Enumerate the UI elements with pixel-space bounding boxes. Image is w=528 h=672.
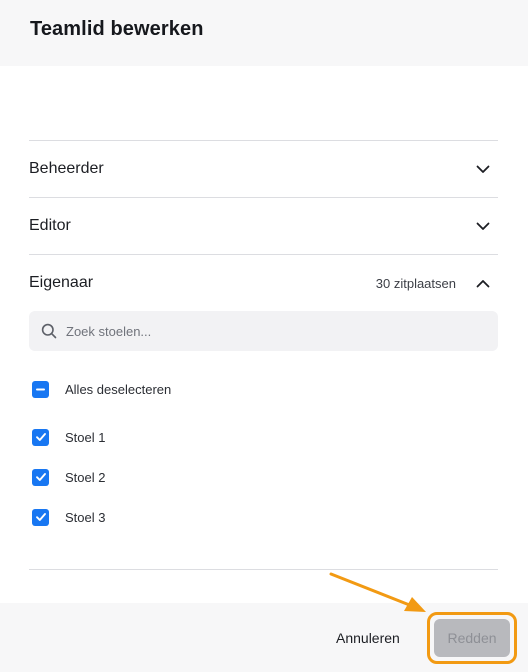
select-all-label: Alles deselecteren	[65, 381, 172, 397]
seat-search[interactable]	[29, 311, 498, 351]
chevron-down-icon[interactable]	[472, 158, 494, 180]
chevron-up-icon[interactable]	[472, 272, 494, 294]
divider	[29, 569, 498, 570]
role-label: Beheerder	[29, 160, 104, 177]
chevron-down-icon[interactable]	[472, 215, 494, 237]
seat-label: Stoel 3	[65, 509, 106, 525]
search-icon	[40, 322, 58, 340]
role-section-beheerder[interactable]: Beheerder	[29, 141, 498, 197]
dialog-header: Teamlid bewerken	[0, 0, 528, 66]
cancel-button[interactable]: Annuleren	[336, 628, 400, 648]
role-label: Eigenaar	[29, 274, 94, 291]
check-icon	[35, 473, 46, 481]
seat-label: Stoel 2	[65, 469, 106, 485]
seat-row[interactable]: Stoel 1	[32, 427, 105, 447]
select-all-row[interactable]: Alles deselecteren	[32, 379, 171, 399]
check-icon	[35, 513, 46, 521]
save-button[interactable]: Redden	[434, 619, 510, 657]
dialog-footer: Annuleren Redden	[0, 603, 528, 672]
role-section-eigenaar[interactable]: Eigenaar 30 zitplaatsen	[29, 255, 498, 311]
minus-icon	[36, 388, 45, 390]
search-input[interactable]	[66, 323, 466, 339]
select-all-checkbox[interactable]	[32, 380, 49, 398]
seat-row[interactable]: Stoel 2	[32, 467, 105, 487]
seat-row[interactable]: Stoel 3	[32, 507, 105, 527]
check-icon	[35, 433, 46, 441]
seat-checkbox[interactable]	[32, 508, 49, 526]
seat-count: 30 zitplaatsen	[375, 275, 456, 291]
seat-checkbox[interactable]	[32, 428, 49, 446]
seat-label: Stoel 1	[65, 429, 106, 445]
seat-checkbox[interactable]	[32, 468, 49, 486]
role-label: Editor	[29, 217, 71, 234]
role-section-editor[interactable]: Editor	[29, 198, 498, 254]
dialog-title: Teamlid bewerken	[30, 18, 204, 40]
